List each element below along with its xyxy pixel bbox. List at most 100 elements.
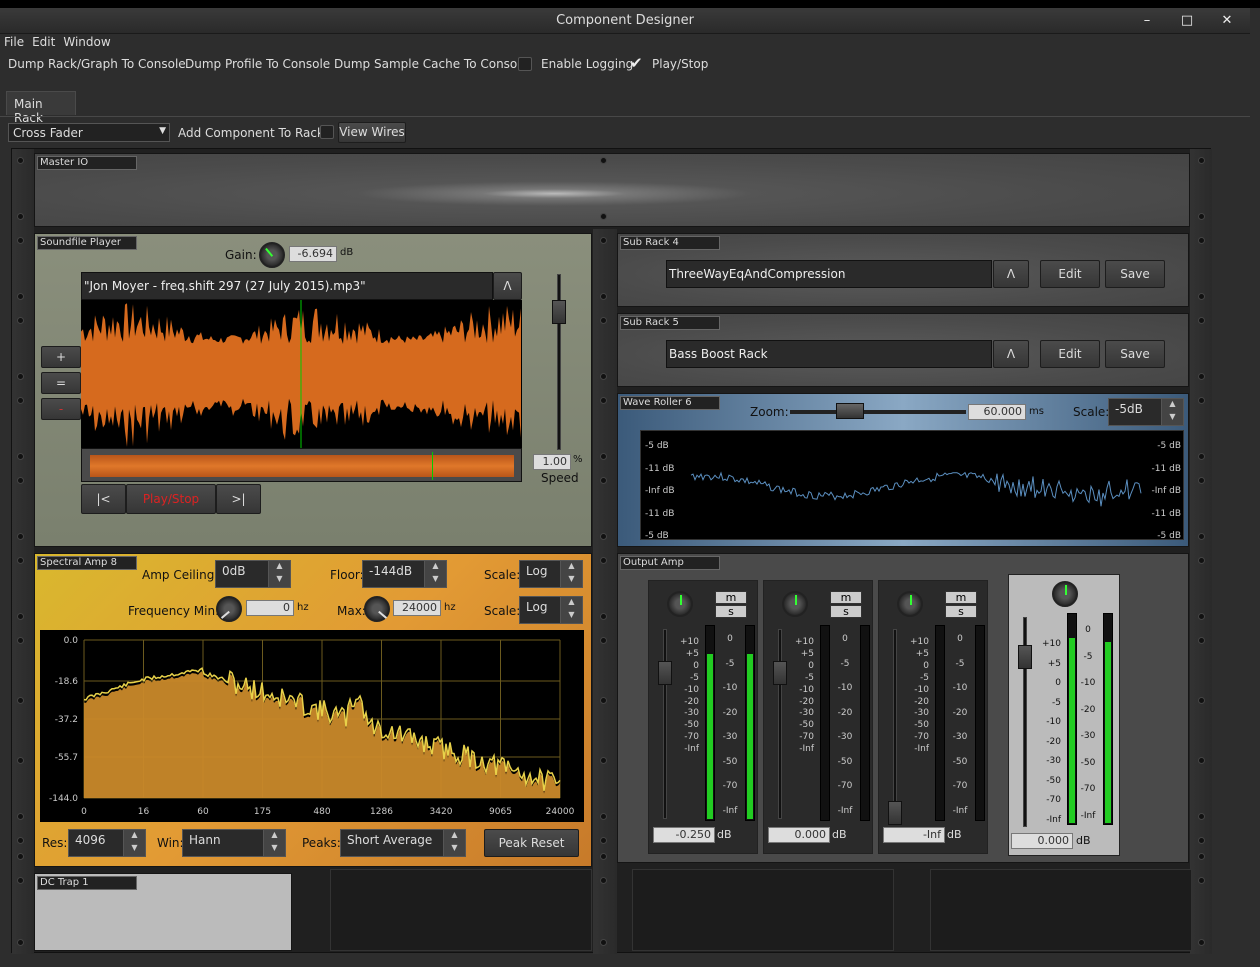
fader-scale: +10 +5 0 -5 -10 -20 -30 -50 -70 -Inf: [795, 637, 814, 755]
peak-reset-button[interactable]: Peak Reset: [484, 829, 579, 857]
enable-logging-checkbox[interactable]: [518, 57, 532, 71]
scale-spinner-2[interactable]: Log ▲ ▼: [519, 596, 583, 624]
x-tick-label: 60: [197, 807, 209, 817]
rack-screw: [600, 213, 607, 220]
channel-fader-thumb[interactable]: [888, 801, 902, 825]
pan-knob[interactable]: [667, 591, 693, 617]
prev-button[interactable]: |<: [81, 484, 126, 514]
menu-file[interactable]: File: [0, 35, 28, 49]
rack-rail-middle: [593, 229, 617, 954]
zoom-slider-thumb[interactable]: [836, 403, 864, 419]
gain-knob[interactable]: [259, 242, 285, 268]
subrack-edit-button[interactable]: Edit: [1040, 340, 1100, 368]
pan-knob[interactable]: [897, 591, 923, 617]
play-stop-checkbox[interactable]: ✔: [630, 56, 644, 71]
view-wires-button[interactable]: View Wires: [338, 122, 406, 143]
rack-screw: [17, 813, 24, 820]
zoom-out-button[interactable]: -: [41, 398, 81, 420]
spin-down-icon[interactable]: ▼: [1161, 412, 1183, 425]
zoom-in-button[interactable]: +: [41, 346, 81, 368]
channel-gain-field[interactable]: -Inf: [883, 827, 945, 843]
channel-gain-field[interactable]: -0.250: [653, 827, 715, 843]
minimize-button[interactable]: –: [1137, 12, 1157, 30]
play-stop-button[interactable]: Play/Stop: [126, 484, 216, 514]
panel-name: DC Trap 1: [37, 876, 137, 890]
channel-fader[interactable]: [778, 629, 782, 819]
mute-button[interactable]: m: [945, 591, 977, 604]
menu-edit[interactable]: Edit: [28, 35, 59, 49]
peaks-spinner[interactable]: Short Average ▲ ▼: [340, 829, 466, 857]
view-wires-checkbox[interactable]: [320, 125, 334, 139]
waveform-display[interactable]: [81, 300, 522, 448]
waveform-overview[interactable]: [81, 448, 522, 482]
max-label: Max:: [337, 604, 366, 618]
scale-spinner[interactable]: -5dB ▲ ▼: [1108, 398, 1184, 426]
speed-field[interactable]: 1.00: [533, 454, 571, 470]
menu-window[interactable]: Window: [59, 35, 114, 49]
scale-spinner-1[interactable]: Log ▲ ▼: [519, 560, 583, 588]
channel-fader-thumb[interactable]: [773, 661, 787, 685]
spin-up-icon[interactable]: ▲: [1161, 399, 1183, 412]
subrack-edit-button[interactable]: Edit: [1040, 260, 1100, 288]
add-component-button[interactable]: Add Component To Rack: [178, 126, 324, 140]
amp-ceiling-spinner[interactable]: 0dB ▲ ▼: [215, 560, 291, 588]
freq-max-knob[interactable]: [364, 596, 390, 622]
floor-spinner[interactable]: -144dB ▲ ▼: [362, 560, 447, 588]
dump-profile-button[interactable]: Dump Profile To Console: [185, 57, 330, 71]
file-up-button[interactable]: Λ: [493, 272, 522, 300]
floor-value: -144dB: [369, 564, 413, 578]
zoom-slider[interactable]: [790, 410, 966, 414]
gain-field[interactable]: -6.694: [289, 246, 337, 262]
freq-max-field[interactable]: 24000: [393, 600, 441, 616]
wave-roller-panel: Wave Roller 6 Zoom: 60.000 ms Scale: -5d…: [617, 393, 1189, 547]
subrack-save-button[interactable]: Save: [1105, 260, 1165, 288]
master-gain-unit: dB: [1076, 834, 1091, 847]
zoom-fit-button[interactable]: =: [41, 372, 81, 394]
res-spinner[interactable]: 4096 ▲ ▼: [68, 829, 146, 857]
mute-button[interactable]: m: [830, 591, 862, 604]
rack-screw: [17, 237, 24, 244]
rack-screw: [600, 373, 607, 380]
close-button[interactable]: ✕: [1217, 12, 1237, 30]
channel-gain-field[interactable]: 0.000: [768, 827, 830, 843]
scale-label-2: Scale:: [484, 604, 521, 618]
channel-fader[interactable]: [663, 629, 667, 819]
component-select[interactable]: Cross Fader ▼: [8, 123, 170, 142]
mute-button[interactable]: m: [715, 591, 747, 604]
subrack-up-button[interactable]: Λ: [993, 340, 1029, 368]
solo-button[interactable]: s: [715, 605, 747, 618]
master-pan-knob[interactable]: [1052, 581, 1078, 607]
rack-screw: [1198, 397, 1205, 404]
menu-bar: File Edit Window: [0, 34, 1250, 54]
subrack-save-button[interactable]: Save: [1105, 340, 1165, 368]
pan-knob[interactable]: [782, 591, 808, 617]
solo-button[interactable]: s: [945, 605, 977, 618]
subrack-name-field[interactable]: Bass Boost Rack: [666, 340, 992, 368]
solo-button[interactable]: s: [830, 605, 862, 618]
rack-screw: [17, 453, 24, 460]
y-tick-label: -55.7: [55, 753, 78, 763]
rack-screw: [1198, 939, 1205, 946]
x-tick-label: 175: [254, 807, 271, 817]
freq-min-knob[interactable]: [216, 596, 242, 622]
subrack-up-button[interactable]: Λ: [993, 260, 1029, 288]
freq-min-field[interactable]: 0: [246, 600, 294, 616]
next-button[interactable]: >|: [216, 484, 261, 514]
master-gain-field[interactable]: 0.000: [1011, 833, 1073, 849]
master-fader-thumb[interactable]: [1018, 645, 1032, 669]
speed-label: Speed: [541, 471, 579, 485]
channel-fader[interactable]: [893, 629, 897, 819]
speed-slider-thumb[interactable]: [552, 300, 566, 324]
subrack-name-field[interactable]: ThreeWayEqAndCompression: [666, 260, 992, 288]
zoom-field[interactable]: 60.000: [968, 404, 1026, 420]
rack-screw: [1198, 837, 1205, 844]
rack-screw: [1198, 637, 1205, 644]
dump-rack-button[interactable]: Dump Rack/Graph To Console: [8, 57, 186, 71]
dump-sample-button[interactable]: Dump Sample Cache To Console: [334, 57, 528, 71]
maximize-button[interactable]: □: [1177, 12, 1197, 30]
x-tick-label: 1286: [370, 807, 393, 817]
tab-main-rack[interactable]: Main Rack: [6, 91, 76, 125]
channel-fader-thumb[interactable]: [658, 661, 672, 685]
panel-name: Spectral Amp 8: [37, 556, 137, 570]
win-spinner[interactable]: Hann ▲ ▼: [182, 829, 286, 857]
